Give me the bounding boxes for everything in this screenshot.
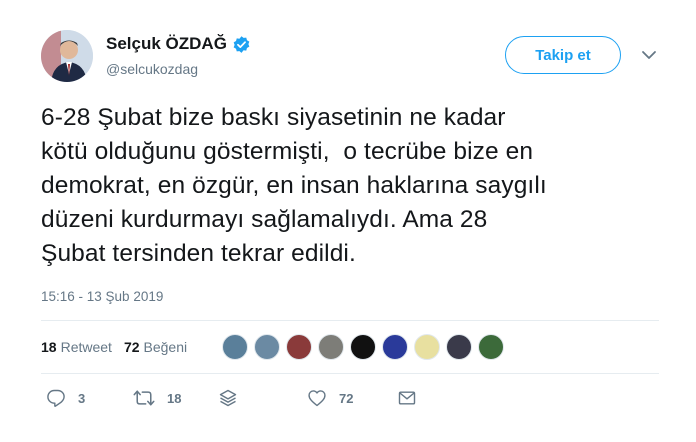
tweet-timestamp[interactable]: 15:16 - 13 Şub 2019 <box>41 289 163 304</box>
liker-avatar[interactable] <box>382 334 408 360</box>
author-name-row: Selçuk ÖZDAĞ <box>106 34 251 54</box>
chevron-down-icon[interactable] <box>640 48 658 62</box>
reply-icon <box>46 388 66 408</box>
like-stat[interactable]: 72 Beğeni <box>124 339 187 355</box>
author-display-name[interactable]: Selçuk ÖZDAĞ <box>106 34 227 54</box>
liker-avatar[interactable] <box>414 334 440 360</box>
retweet-stat[interactable]: 18 Retweet <box>41 339 112 355</box>
retweet-icon <box>133 388 155 408</box>
reply-count: 3 <box>78 390 86 406</box>
author-avatar[interactable] <box>41 30 93 82</box>
liker-avatar[interactable] <box>286 334 312 360</box>
like-button[interactable]: 72 <box>307 388 353 408</box>
liker-avatar[interactable] <box>350 334 376 360</box>
liker-avatar[interactable] <box>222 334 248 360</box>
divider <box>41 320 659 321</box>
verified-badge-icon <box>232 35 251 54</box>
tweet-stats: 18 Retweet 72 Beğeni <box>41 339 199 355</box>
retweet-button[interactable]: 18 <box>133 388 181 408</box>
divider <box>41 373 659 374</box>
liker-avatars <box>222 334 510 360</box>
layers-icon <box>218 388 238 408</box>
retweet-count: 18 <box>167 390 182 406</box>
liker-avatar[interactable] <box>446 334 472 360</box>
tweet-card: Selçuk ÖZDAĞ @selcukozdag Takip et 6-28 … <box>0 0 696 442</box>
follow-button[interactable]: Takip et <box>505 36 621 74</box>
retweet-stat-count: 18 <box>41 339 57 355</box>
heart-icon <box>307 388 327 408</box>
retweet-stat-label: Retweet <box>60 339 112 355</box>
tweet-text: 6-28 Şubat bize baskı siyasetinin ne kad… <box>41 104 547 267</box>
like-count: 72 <box>339 390 354 406</box>
direct-message-button[interactable] <box>397 388 417 408</box>
liker-avatar[interactable] <box>318 334 344 360</box>
save-button[interactable] <box>218 388 238 408</box>
like-stat-label: Beğeni <box>143 339 188 355</box>
tweet-actions: 3 18 72 <box>41 388 441 410</box>
mail-icon <box>397 388 417 408</box>
reply-button[interactable]: 3 <box>46 388 85 408</box>
like-stat-count: 72 <box>123 339 140 355</box>
liker-avatar[interactable] <box>254 334 280 360</box>
liker-avatar[interactable] <box>478 334 504 360</box>
author-handle[interactable]: @selcukozdag <box>106 61 198 77</box>
